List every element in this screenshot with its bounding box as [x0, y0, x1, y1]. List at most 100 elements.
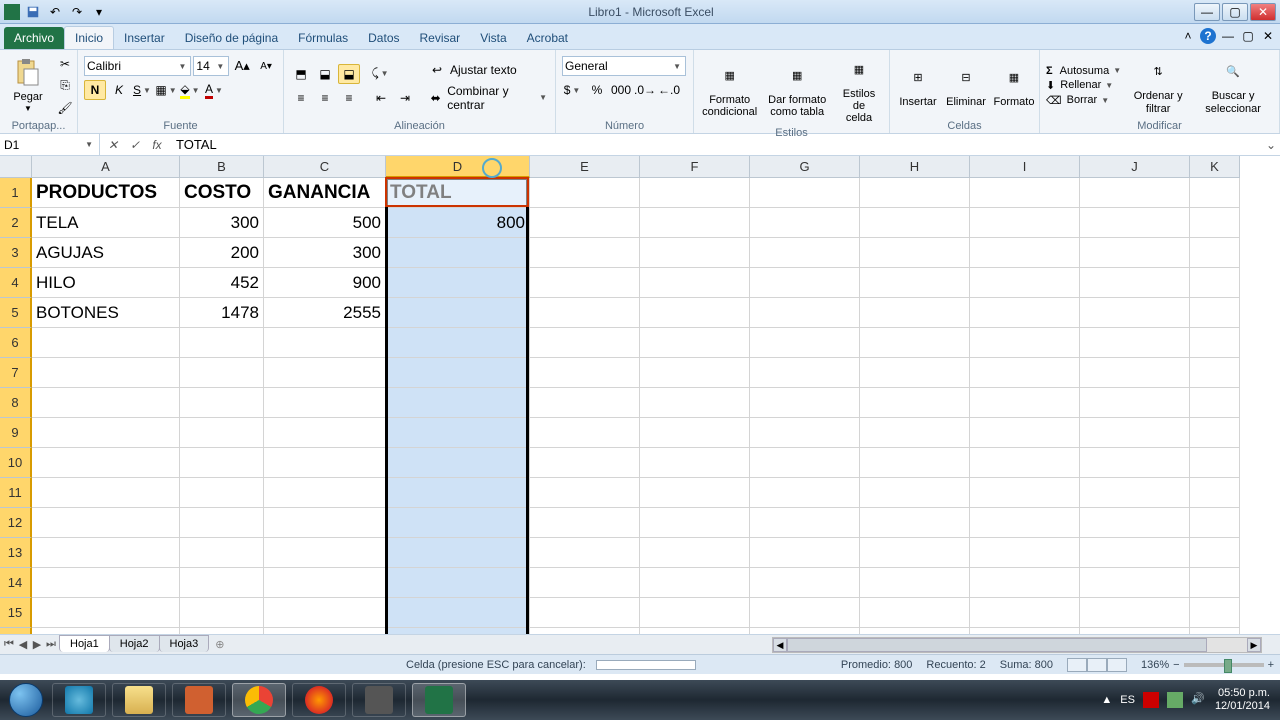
cell-A13[interactable] [32, 538, 180, 568]
sheet-nav-prev-icon[interactable]: ◀ [16, 638, 30, 651]
start-button[interactable] [6, 680, 46, 720]
cell-D3[interactable] [386, 238, 530, 268]
cell-E7[interactable] [530, 358, 640, 388]
row-header-12[interactable]: 12 [0, 508, 32, 538]
align-top-icon[interactable]: ⬒ [290, 64, 312, 84]
tray-flag-icon[interactable] [1143, 692, 1159, 708]
cell-E3[interactable] [530, 238, 640, 268]
percent-icon[interactable]: % [586, 80, 608, 100]
cell-I12[interactable] [970, 508, 1080, 538]
taskbar-firefox[interactable] [292, 683, 346, 717]
cell-A11[interactable] [32, 478, 180, 508]
cell-I3[interactable] [970, 238, 1080, 268]
currency-icon[interactable]: $▼ [562, 80, 584, 100]
cell-G4[interactable] [750, 268, 860, 298]
row-header-15[interactable]: 15 [0, 598, 32, 628]
cell-D12[interactable] [386, 508, 530, 538]
cell-B1[interactable]: COSTO [180, 178, 264, 208]
tray-show-hidden-icon[interactable]: ▲ [1101, 694, 1112, 706]
cell-A10[interactable] [32, 448, 180, 478]
cell-C9[interactable] [264, 418, 386, 448]
cell-I6[interactable] [970, 328, 1080, 358]
cell-H6[interactable] [860, 328, 970, 358]
cell-F13[interactable] [640, 538, 750, 568]
row-header-13[interactable]: 13 [0, 538, 32, 568]
fx-icon[interactable]: fx [148, 136, 166, 154]
cell-C2[interactable]: 500 [264, 208, 386, 238]
cell-D5[interactable] [386, 298, 530, 328]
cell-J6[interactable] [1080, 328, 1190, 358]
align-right-icon[interactable]: ≡ [338, 88, 360, 108]
number-format-combo[interactable]: General▼ [562, 56, 686, 76]
cell-D9[interactable] [386, 418, 530, 448]
cell-F4[interactable] [640, 268, 750, 298]
minimize-button[interactable]: — [1194, 3, 1220, 21]
cell-G5[interactable] [750, 298, 860, 328]
cell-C1[interactable]: GANANCIA [264, 178, 386, 208]
format-cells-button[interactable]: ▦Formato [992, 60, 1036, 110]
cell-H9[interactable] [860, 418, 970, 448]
cell-G1[interactable] [750, 178, 860, 208]
cell-K6[interactable] [1190, 328, 1240, 358]
cell-K4[interactable] [1190, 268, 1240, 298]
cell-E5[interactable] [530, 298, 640, 328]
find-select-button[interactable]: 🔍Buscar y seleccionar [1193, 54, 1273, 116]
row-header-2[interactable]: 2 [0, 208, 32, 238]
cell-D13[interactable] [386, 538, 530, 568]
cell-H11[interactable] [860, 478, 970, 508]
sort-filter-button[interactable]: ⇅Ordenar y filtrar [1127, 54, 1189, 116]
hscroll-thumb[interactable] [787, 638, 1207, 652]
cell-J8[interactable] [1080, 388, 1190, 418]
cell-E1[interactable] [530, 178, 640, 208]
tray-clock[interactable]: 05:50 p.m. 12/01/2014 [1215, 687, 1270, 713]
align-center-icon[interactable]: ≡ [314, 88, 336, 108]
col-header-B[interactable]: B [180, 156, 264, 178]
cell-K1[interactable] [1190, 178, 1240, 208]
col-header-F[interactable]: F [640, 156, 750, 178]
cell-F1[interactable] [640, 178, 750, 208]
cell-E13[interactable] [530, 538, 640, 568]
cell-I14[interactable] [970, 568, 1080, 598]
decrease-indent-icon[interactable]: ⇤ [370, 88, 392, 108]
cell-C6[interactable] [264, 328, 386, 358]
view-break-icon[interactable] [1107, 658, 1127, 672]
tab-insertar[interactable]: Insertar [114, 27, 175, 49]
cell-A2[interactable]: TELA [32, 208, 180, 238]
cell-K12[interactable] [1190, 508, 1240, 538]
doc-restore-icon[interactable]: ▢ [1240, 28, 1256, 44]
doc-close-icon[interactable]: ✕ [1260, 28, 1276, 44]
tab-diseno[interactable]: Diseño de página [175, 27, 288, 49]
cell-D6[interactable] [386, 328, 530, 358]
cell-J15[interactable] [1080, 598, 1190, 628]
cell-B15[interactable] [180, 598, 264, 628]
cell-C5[interactable]: 2555 [264, 298, 386, 328]
cell-J5[interactable] [1080, 298, 1190, 328]
cell-G14[interactable] [750, 568, 860, 598]
formula-expand-icon[interactable]: ⌄ [1262, 138, 1280, 152]
cell-C7[interactable] [264, 358, 386, 388]
cell-K10[interactable] [1190, 448, 1240, 478]
cell-J12[interactable] [1080, 508, 1190, 538]
tab-vista[interactable]: Vista [470, 27, 516, 49]
cell-B10[interactable] [180, 448, 264, 478]
grow-font-icon[interactable]: A▴ [231, 56, 253, 76]
cell-A9[interactable] [32, 418, 180, 448]
conditional-format-button[interactable]: ▦Formato condicional [700, 58, 759, 120]
cell-G7[interactable] [750, 358, 860, 388]
cell-I15[interactable] [970, 598, 1080, 628]
tray-network-icon[interactable] [1167, 692, 1183, 708]
cell-B7[interactable] [180, 358, 264, 388]
cell-A7[interactable] [32, 358, 180, 388]
fill-button[interactable]: ⬇ Rellenar▼ [1046, 79, 1123, 92]
cell-E12[interactable] [530, 508, 640, 538]
col-header-G[interactable]: G [750, 156, 860, 178]
cell-K8[interactable] [1190, 388, 1240, 418]
cell-A8[interactable] [32, 388, 180, 418]
select-all-corner[interactable] [0, 156, 32, 178]
increase-indent-icon[interactable]: ⇥ [394, 88, 416, 108]
taskbar-app2[interactable] [352, 683, 406, 717]
doc-minimize-icon[interactable]: — [1220, 28, 1236, 44]
cell-H13[interactable] [860, 538, 970, 568]
sheet-tab-hoja3[interactable]: Hoja3 [159, 635, 210, 652]
cell-I11[interactable] [970, 478, 1080, 508]
